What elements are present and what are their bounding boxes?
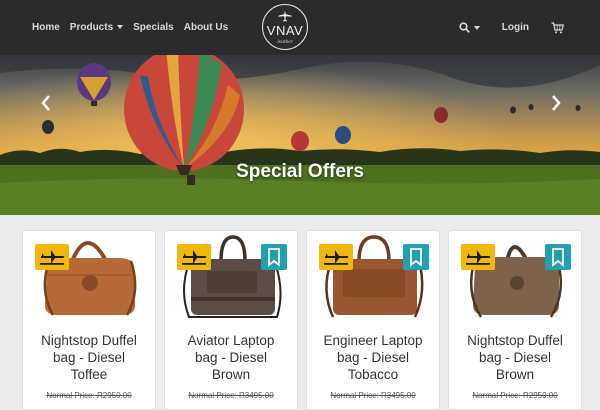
- nav-home-link[interactable]: Home: [32, 22, 60, 33]
- chevron-down-icon: [117, 25, 123, 29]
- nav-links: Home Products Specials About Us: [32, 0, 228, 55]
- hero-title: Special Offers: [0, 161, 600, 183]
- product-card[interactable]: Nightstop Duffel bag - Diesel Brown Norm…: [448, 230, 582, 410]
- product-name-line: Brown: [169, 366, 293, 383]
- product-grid: Nightstop Duffel bag - Diesel Toffee Nor…: [22, 230, 582, 400]
- product-name: Nightstop Duffel bag - Diesel Toffee: [27, 332, 151, 383]
- airplane-badge: [35, 244, 69, 270]
- chevron-right-icon[interactable]: [548, 93, 564, 113]
- product-name-line: Nightstop Duffel: [27, 332, 151, 349]
- search-dropdown[interactable]: [459, 22, 480, 33]
- product-name-line: bag - Diesel: [311, 349, 435, 366]
- nav-about-link[interactable]: About Us: [184, 22, 228, 33]
- nav-products-dropdown[interactable]: Products: [70, 22, 123, 33]
- plane-icon: [177, 244, 211, 270]
- bookmark-icon: [403, 244, 429, 270]
- chevron-down-icon: [474, 26, 480, 30]
- product-name-line: bag - Diesel: [453, 349, 577, 366]
- hero-background-image: [0, 55, 600, 215]
- product-name-line: Tobacco: [311, 366, 435, 383]
- product-card[interactable]: Nightstop Duffel bag - Diesel Toffee Nor…: [22, 230, 156, 410]
- product-name-line: Nightstop Duffel: [453, 332, 577, 349]
- bookmark-icon: [261, 244, 287, 270]
- plane-icon: [35, 244, 69, 270]
- product-price: Normal Price: R2950.00: [23, 391, 155, 400]
- product-name-line: bag - Diesel: [27, 349, 151, 366]
- hero-banner: Special Offers: [0, 55, 600, 215]
- plane-icon: [461, 244, 495, 270]
- product-name: Engineer Laptop bag - Diesel Tobacco: [311, 332, 435, 383]
- top-navbar: Home Products Specials About Us VNAV lea…: [0, 0, 600, 55]
- logo-brand-text: VNAV: [263, 23, 307, 38]
- product-name-line: Toffee: [27, 366, 151, 383]
- bookmark-button[interactable]: [545, 244, 571, 270]
- plane-icon: [278, 10, 292, 22]
- product-price: Normal Price: R3495.00: [307, 391, 439, 400]
- nav-products-label: Products: [70, 22, 113, 33]
- product-name-line: bag - Diesel: [169, 349, 293, 366]
- logo-sub-text: leather: [263, 39, 307, 45]
- product-name: Aviator Laptop bag - Diesel Brown: [169, 332, 293, 383]
- nav-actions: Login: [459, 0, 564, 55]
- plane-icon: [319, 244, 353, 270]
- product-card[interactable]: Engineer Laptop bag - Diesel Tobacco Nor…: [306, 230, 440, 410]
- product-name-line: Aviator Laptop: [169, 332, 293, 349]
- chevron-left-icon[interactable]: [38, 93, 54, 113]
- product-name-line: Engineer Laptop: [311, 332, 435, 349]
- login-link[interactable]: Login: [502, 22, 529, 33]
- nav-specials-link[interactable]: Specials: [133, 22, 174, 33]
- product-name-line: Brown: [453, 366, 577, 383]
- airplane-badge: [177, 244, 211, 270]
- bookmark-button[interactable]: [261, 244, 287, 270]
- product-price: Normal Price: R3495.00: [165, 391, 297, 400]
- airplane-badge: [461, 244, 495, 270]
- product-card[interactable]: Aviator Laptop bag - Diesel Brown Normal…: [164, 230, 298, 410]
- brand-logo[interactable]: VNAV leather: [262, 4, 308, 50]
- search-icon: [459, 22, 470, 33]
- bookmark-icon: [545, 244, 571, 270]
- cart-icon[interactable]: [551, 22, 564, 34]
- product-name: Nightstop Duffel bag - Diesel Brown: [453, 332, 577, 383]
- product-price: Normal Price: R2950.00: [449, 391, 581, 400]
- bookmark-button[interactable]: [403, 244, 429, 270]
- airplane-badge: [319, 244, 353, 270]
